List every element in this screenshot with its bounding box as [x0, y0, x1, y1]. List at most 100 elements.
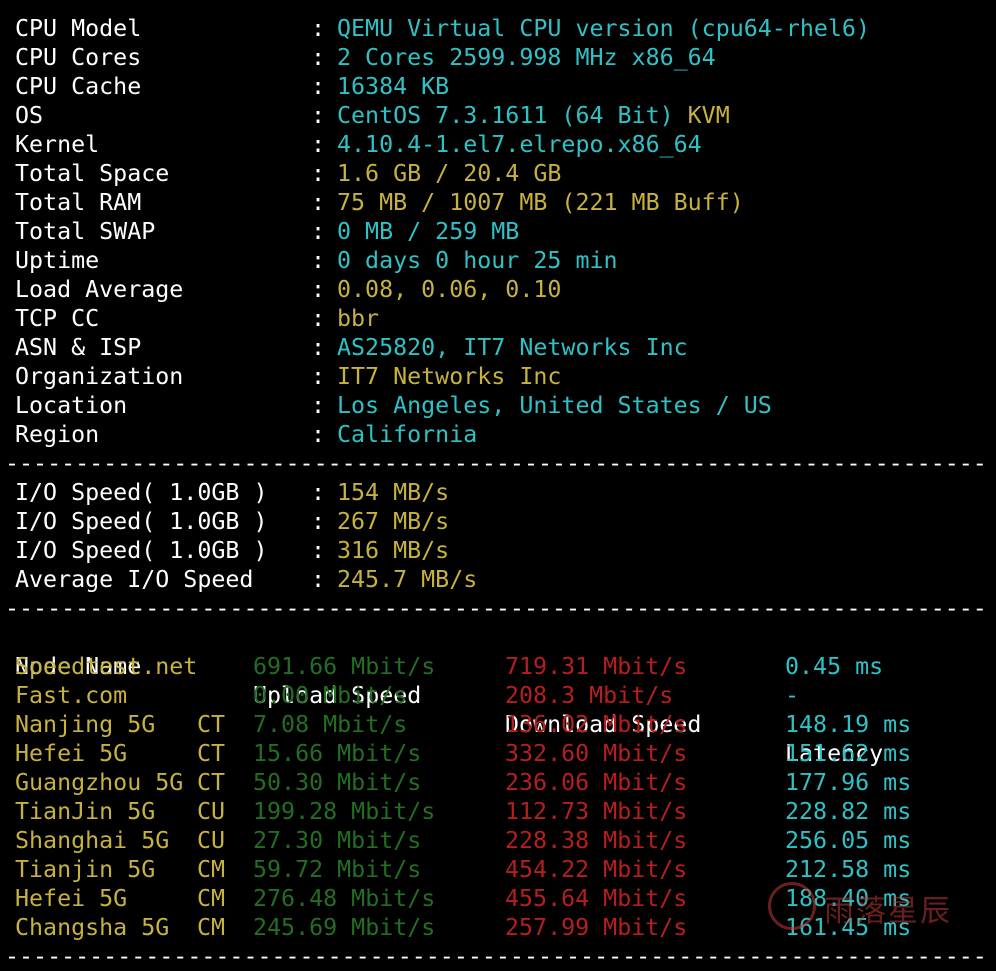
sysinfo-row: Load Average:0.08, 0.06, 0.10 — [15, 275, 985, 304]
speedtest-upload: 7.08 Mbit/s — [253, 711, 408, 738]
speedtest-row: Nanjing 5G CT 7.08 Mbit/s 136.02 Mbit/s 148.… — [15, 710, 985, 739]
speedtest-upload: 50.30 Mbit/s — [253, 769, 422, 796]
io-speed-value: 316 MB/s — [337, 537, 450, 564]
io-speed-colon: : — [311, 479, 326, 506]
sysinfo-row: Location: Los Angeles, United States / US — [15, 391, 985, 420]
sysinfo-value-text: bbr — [337, 305, 380, 332]
speedtest-download: 136.02 Mbit/s — [505, 711, 688, 738]
speedtest-row: TianJin 5G CU 199.28 Mbit/s 112.73 Mbit/s 22… — [15, 797, 985, 826]
speedtest-download: 236.06 Mbit/s — [505, 769, 688, 796]
sysinfo-value: 0.08, 0.06, 0.10 — [337, 275, 561, 304]
speedtest-upload: 691.66 Mbit/s — [253, 653, 436, 680]
io-speed-colon: : — [311, 566, 326, 593]
speedtest-node-name: Changsha 5G — [15, 914, 170, 941]
speedtest-node-name: Hefei 5G — [15, 885, 128, 912]
sysinfo-value: California — [337, 420, 477, 449]
speedtest-node-isp: CM — [197, 885, 226, 912]
speedtest-node-name: Shanghai 5G — [15, 827, 170, 854]
sysinfo-colon: : — [311, 218, 326, 245]
speedtest-latency: 177.96 ms — [785, 769, 912, 796]
speedtest-node-name: Hefei 5G — [15, 740, 128, 767]
sysinfo-key: Load Average — [15, 276, 184, 303]
sysinfo-value-text: 1.6 GB / 20.4 GB — [337, 160, 562, 187]
io-speed-value: 267 MB/s — [337, 508, 450, 535]
speedtest-row: Speedtest.net 691.66 Mbit/s 719.31 Mbit/s 0… — [15, 652, 985, 681]
sysinfo-colon: : — [311, 276, 326, 303]
speedtest-node-name: Guangzhou 5G — [15, 769, 184, 796]
speedtest-upload: 276.48 Mbit/s — [253, 885, 436, 912]
sysinfo-row: ASN & ISP: AS25820, IT7 Networks Inc — [15, 333, 985, 362]
io-speed-value: 154 MB/s — [337, 479, 450, 506]
io-speed-colon: : — [311, 537, 326, 564]
sysinfo-value: 0 MB / 259 MB — [337, 217, 519, 246]
sysinfo-value-text: 0 days 0 hour 25 min — [337, 247, 618, 274]
speedtest-download: 208.3 Mbit/s — [505, 682, 674, 709]
io-speed-value: 245.7 MB/s — [337, 566, 478, 593]
speedtest-node-isp: CT — [197, 769, 226, 796]
sysinfo-value: 75 MB / 1007 MB (221 MB Buff) — [337, 188, 744, 217]
speedtest-node-name: Speedtest.net — [15, 653, 198, 680]
sysinfo-value-text: California — [337, 421, 478, 448]
speedtest-row: Fast.com 0.00 Mbit/s 208.3 Mbit/s - — [15, 681, 985, 710]
sysinfo-key: Kernel — [15, 131, 100, 158]
speedtest-download: 228.38 Mbit/s — [505, 827, 688, 854]
sysinfo-colon: : — [311, 15, 326, 42]
sysinfo-value: bbr — [337, 304, 379, 333]
sysinfo-colon: : — [311, 189, 326, 216]
watermark-text: 雨落星辰 — [824, 894, 952, 929]
sysinfo-colon: : — [311, 44, 326, 71]
sysinfo-row: Kernel:4.10.4-1.el7.elrepo.x86_64 — [15, 130, 985, 159]
io-speed-row: Average I/O Speed:245.7 MB/s — [15, 565, 985, 594]
speedtest-download: 454.22 Mbit/s — [505, 856, 688, 883]
sysinfo-row: TCP CC: bbr — [15, 304, 985, 333]
speedtest-node-name: Tianjin 5G — [15, 856, 156, 883]
separator-line: ----------------------------------------… — [5, 943, 985, 970]
sysinfo-row: Total RAM:75 MB / 1007 MB (221 MB Buff) — [15, 188, 985, 217]
io-speed-row: I/O Speed( 1.0GB ):267 MB/s — [15, 507, 985, 536]
sysinfo-value-text: 16384 KB — [337, 73, 450, 100]
sysinfo-key: Total RAM — [15, 189, 142, 216]
sysinfo-colon: : — [311, 421, 326, 448]
io-speed-label: I/O Speed( 1.0GB ) — [15, 537, 268, 564]
sysinfo-colon: : — [311, 334, 326, 361]
sysinfo-colon: : — [311, 305, 326, 332]
speedtest-latency: - — [785, 682, 800, 709]
system-info-section: CPU Model: QEMU Virtual CPU version (cpu6… — [15, 14, 985, 449]
sysinfo-value-tail: KVM — [673, 102, 730, 129]
sysinfo-row: Total SWAP:0 MB / 259 MB — [15, 217, 985, 246]
sysinfo-value: IT7 Networks Inc — [337, 362, 561, 391]
speedtest-latency: 151.62 ms — [785, 740, 912, 767]
sysinfo-colon: : — [311, 160, 326, 187]
speedtest-node-isp: CT — [197, 740, 226, 767]
sysinfo-value-text: 4.10.4-1.el7.elrepo.x86_64 — [337, 131, 702, 158]
sysinfo-value-text: IT7 Networks Inc — [337, 363, 562, 390]
sysinfo-row: OS: CentOS 7.3.1611 (64 Bit) KVM — [15, 101, 985, 130]
sysinfo-row: Uptime:0 days 0 hour 25 min — [15, 246, 985, 275]
sysinfo-key: CPU Cores — [15, 44, 142, 71]
sysinfo-value-text: Los Angeles, United States / US — [337, 392, 772, 419]
sysinfo-value-text: 0.08, 0.06, 0.10 — [337, 276, 562, 303]
sysinfo-value-text: CentOS 7.3.1611 (64 Bit) — [337, 102, 674, 129]
sysinfo-value-text: 2 Cores 2599.998 MHz x86_64 — [337, 44, 716, 71]
speedtest-node-isp: CM — [197, 856, 226, 883]
sysinfo-row: Total Space:1.6 GB / 20.4 GB — [15, 159, 985, 188]
sysinfo-value: 0 days 0 hour 25 min — [337, 246, 618, 275]
speedtest-download: 112.73 Mbit/s — [505, 798, 688, 825]
speedtest-row: Hefei 5G CT 15.66 Mbit/s 332.60 Mbit/s 151.6… — [15, 739, 985, 768]
separator-line: ----------------------------------------… — [5, 0, 985, 10]
speedtest-download: 719.31 Mbit/s — [505, 653, 688, 680]
separator-line: ----------------------------------------… — [5, 595, 985, 622]
sysinfo-key: TCP CC — [15, 305, 100, 332]
sysinfo-key: CPU Model — [15, 15, 142, 42]
sysinfo-value: Los Angeles, United States / US — [337, 391, 772, 420]
speedtest-download: 332.60 Mbit/s — [505, 740, 688, 767]
sysinfo-colon: : — [311, 102, 326, 129]
sysinfo-key: CPU Cache — [15, 73, 142, 100]
sysinfo-value-text: QEMU Virtual CPU version (cpu64-rhel6) — [337, 15, 870, 42]
separator-line: ----------------------------------------… — [5, 450, 985, 477]
io-speed-label: Average I/O Speed — [15, 566, 254, 593]
speedtest-download: 257.99 Mbit/s — [505, 914, 688, 941]
sysinfo-value: 16384 KB — [337, 72, 449, 101]
speedtest-upload: 15.66 Mbit/s — [253, 740, 422, 767]
io-speed-label: I/O Speed( 1.0GB ) — [15, 479, 268, 506]
